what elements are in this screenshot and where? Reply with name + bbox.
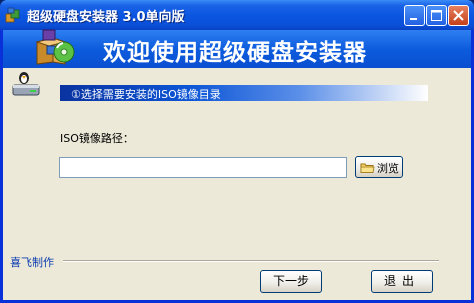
installer-window: 超级硬盘安装器 3.0单向版 欢迎使用超级硬盘安装器 ①选择需要安装的ISO镜像… [0, 0, 474, 303]
banner-title: 欢迎使用超级硬盘安装器 [103, 40, 367, 66]
step-instruction: ①选择需要安装的ISO镜像目录 [71, 88, 221, 101]
maximize-icon [431, 10, 442, 21]
folder-icon [360, 163, 375, 173]
step-banner: ①选择需要安装的ISO镜像目录 [60, 85, 428, 101]
window-title: 超级硬盘安装器 3.0单向版 [27, 10, 185, 25]
hard-drive-penguin-icon [12, 72, 40, 96]
iso-path-label: ISO镜像路径： [60, 132, 134, 145]
maximize-button[interactable] [426, 5, 447, 26]
browse-label: 浏览 [377, 162, 399, 175]
close-button[interactable] [448, 5, 469, 26]
minimize-icon [410, 18, 417, 20]
next-button[interactable]: 下一步 [260, 270, 322, 293]
header-banner: 欢迎使用超级硬盘安装器 [3, 29, 471, 68]
iso-path-input[interactable] [59, 157, 347, 178]
minimize-button[interactable] [404, 5, 425, 26]
client-area: 欢迎使用超级硬盘安装器 ①选择需要安装的ISO镜像目录 ISO镜像路径： 浏览 … [3, 29, 471, 300]
footer-divider [63, 260, 439, 262]
close-icon [453, 10, 464, 21]
boxes-cd-icon [35, 29, 75, 65]
app-boxes-icon [5, 7, 20, 23]
browse-button[interactable]: 浏览 [355, 156, 403, 178]
exit-button[interactable]: 退出 [371, 270, 433, 293]
author-credit: 喜飞制作 [10, 256, 54, 269]
title-bar[interactable]: 超级硬盘安装器 3.0单向版 [0, 0, 474, 30]
